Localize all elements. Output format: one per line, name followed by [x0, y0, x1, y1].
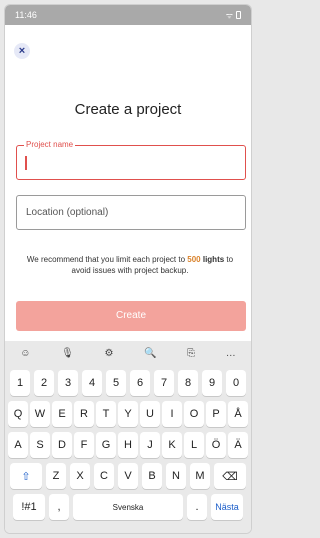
key[interactable]: A: [8, 432, 28, 458]
next-key[interactable]: Nästa: [211, 494, 243, 520]
key[interactable]: Z: [46, 463, 66, 489]
keyboard: ☺ 🎙 ⚙ 🔍 ⎘ … 1 2 3 4 5 6 7 8 9 0 Q W E R …: [5, 341, 251, 533]
key[interactable]: G: [96, 432, 116, 458]
key[interactable]: T: [96, 401, 116, 427]
keyboard-toolbar: ☺ 🎙 ⚙ 🔍 ⎘ …: [5, 341, 251, 365]
emoji-icon[interactable]: ☺: [20, 348, 30, 359]
key[interactable]: 9: [202, 370, 222, 396]
info-text-highlight: 500: [187, 255, 201, 264]
page-title: Create a project: [74, 101, 182, 118]
info-text-mid: lights: [200, 255, 225, 264]
more-icon[interactable]: …: [226, 348, 236, 359]
signal-icon: ᯤ: [225, 10, 233, 20]
key[interactable]: 2: [34, 370, 54, 396]
key[interactable]: X: [70, 463, 90, 489]
battery-icon: [236, 11, 241, 19]
keyboard-row-3: ⇧ Z X C V B N M ⌫: [5, 463, 251, 489]
key[interactable]: V: [118, 463, 138, 489]
info-text: We recommend that you limit each project…: [19, 254, 241, 276]
clipboard-icon[interactable]: ⎘: [187, 348, 195, 359]
key[interactable]: B: [142, 463, 162, 489]
key[interactable]: 7: [154, 370, 174, 396]
project-name-field[interactable]: Project name: [16, 140, 246, 180]
keyboard-row-1: Q W E R T Y U I O P Å: [5, 401, 251, 427]
location-placeholder: Location (optional): [26, 207, 109, 218]
phone-screen: 11:46 ᯤ × Create a project Project name …: [4, 4, 252, 534]
shift-key[interactable]: ⇧: [10, 463, 42, 489]
period-key[interactable]: .: [187, 494, 207, 520]
info-text-pre: We recommend that you limit each project…: [26, 255, 188, 264]
comma-key[interactable]: ,: [49, 494, 69, 520]
key[interactable]: L: [184, 432, 204, 458]
keyboard-row-bottom: !#1 , Svenska . Nästa: [5, 494, 251, 520]
key[interactable]: Ä: [228, 432, 248, 458]
key[interactable]: N: [166, 463, 186, 489]
key[interactable]: R: [74, 401, 94, 427]
key[interactable]: 8: [178, 370, 198, 396]
space-key[interactable]: Svenska: [73, 494, 183, 520]
keyboard-row-numbers: 1 2 3 4 5 6 7 8 9 0: [5, 370, 251, 396]
key[interactable]: H: [118, 432, 138, 458]
key[interactable]: I: [162, 401, 182, 427]
settings-icon[interactable]: ⚙: [104, 348, 113, 359]
close-button[interactable]: ×: [14, 43, 30, 59]
key[interactable]: S: [30, 432, 50, 458]
key[interactable]: 6: [130, 370, 150, 396]
key[interactable]: W: [30, 401, 50, 427]
status-bar: 11:46 ᯤ: [5, 5, 251, 25]
key[interactable]: M: [190, 463, 210, 489]
key[interactable]: 3: [58, 370, 78, 396]
key[interactable]: Ö: [206, 432, 226, 458]
keyboard-row-2: A S D F G H J K L Ö Ä: [5, 432, 251, 458]
create-button[interactable]: Create: [16, 301, 246, 331]
backspace-key[interactable]: ⌫: [214, 463, 246, 489]
project-name-label: Project name: [24, 140, 76, 149]
key[interactable]: Å: [228, 401, 248, 427]
key[interactable]: J: [140, 432, 160, 458]
text-caret: [25, 156, 27, 170]
key[interactable]: K: [162, 432, 182, 458]
key[interactable]: Q: [8, 401, 28, 427]
close-icon: ×: [18, 45, 26, 57]
key[interactable]: U: [140, 401, 160, 427]
symbols-key[interactable]: !#1: [13, 494, 45, 520]
key[interactable]: C: [94, 463, 114, 489]
mic-icon[interactable]: 🎙: [61, 348, 74, 359]
key[interactable]: E: [52, 401, 72, 427]
status-time: 11:46: [15, 10, 37, 20]
search-icon[interactable]: 🔍: [144, 348, 156, 359]
key[interactable]: D: [52, 432, 72, 458]
key[interactable]: P: [206, 401, 226, 427]
key[interactable]: 1: [10, 370, 30, 396]
key[interactable]: 5: [106, 370, 126, 396]
key[interactable]: Y: [118, 401, 138, 427]
key[interactable]: 4: [82, 370, 102, 396]
key[interactable]: 0: [226, 370, 246, 396]
key[interactable]: O: [184, 401, 204, 427]
key[interactable]: F: [74, 432, 94, 458]
status-icons: ᯤ: [226, 10, 241, 21]
location-field[interactable]: Location (optional): [16, 195, 246, 230]
